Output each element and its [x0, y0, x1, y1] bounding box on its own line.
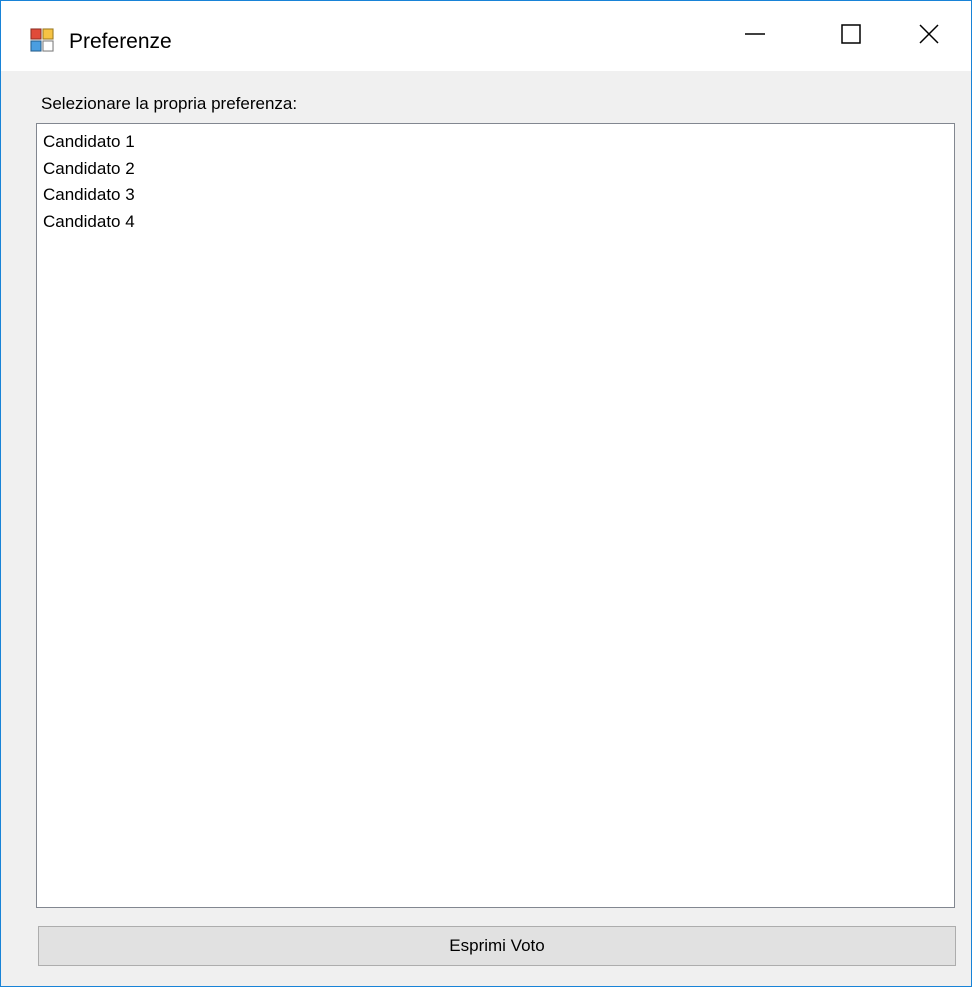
list-item[interactable]: Candidato 4 [37, 209, 954, 236]
maximize-button[interactable] [803, 1, 899, 71]
minimize-icon [745, 24, 765, 49]
submit-vote-button[interactable]: Esprimi Voto [38, 926, 956, 966]
windows-form-icon [30, 28, 54, 52]
list-item[interactable]: Candidato 1 [37, 129, 954, 156]
close-icon [919, 23, 939, 49]
app-window: Preferenze Selezionare la propria prefer… [0, 0, 972, 987]
maximize-icon [841, 23, 861, 49]
title-bar[interactable]: Preferenze [1, 1, 971, 71]
window-title: Preferenze [69, 30, 172, 53]
list-item[interactable]: Candidato 3 [37, 182, 954, 209]
candidates-listbox[interactable]: Candidato 1 Candidato 2 Candidato 3 Cand… [36, 123, 955, 908]
form-client-area: Selezionare la propria preferenza: Candi… [1, 71, 971, 986]
close-button[interactable] [887, 1, 971, 71]
minimize-button[interactable] [707, 1, 803, 71]
preference-prompt-label: Selezionare la propria preferenza: [41, 94, 298, 113]
list-item[interactable]: Candidato 2 [37, 156, 954, 183]
